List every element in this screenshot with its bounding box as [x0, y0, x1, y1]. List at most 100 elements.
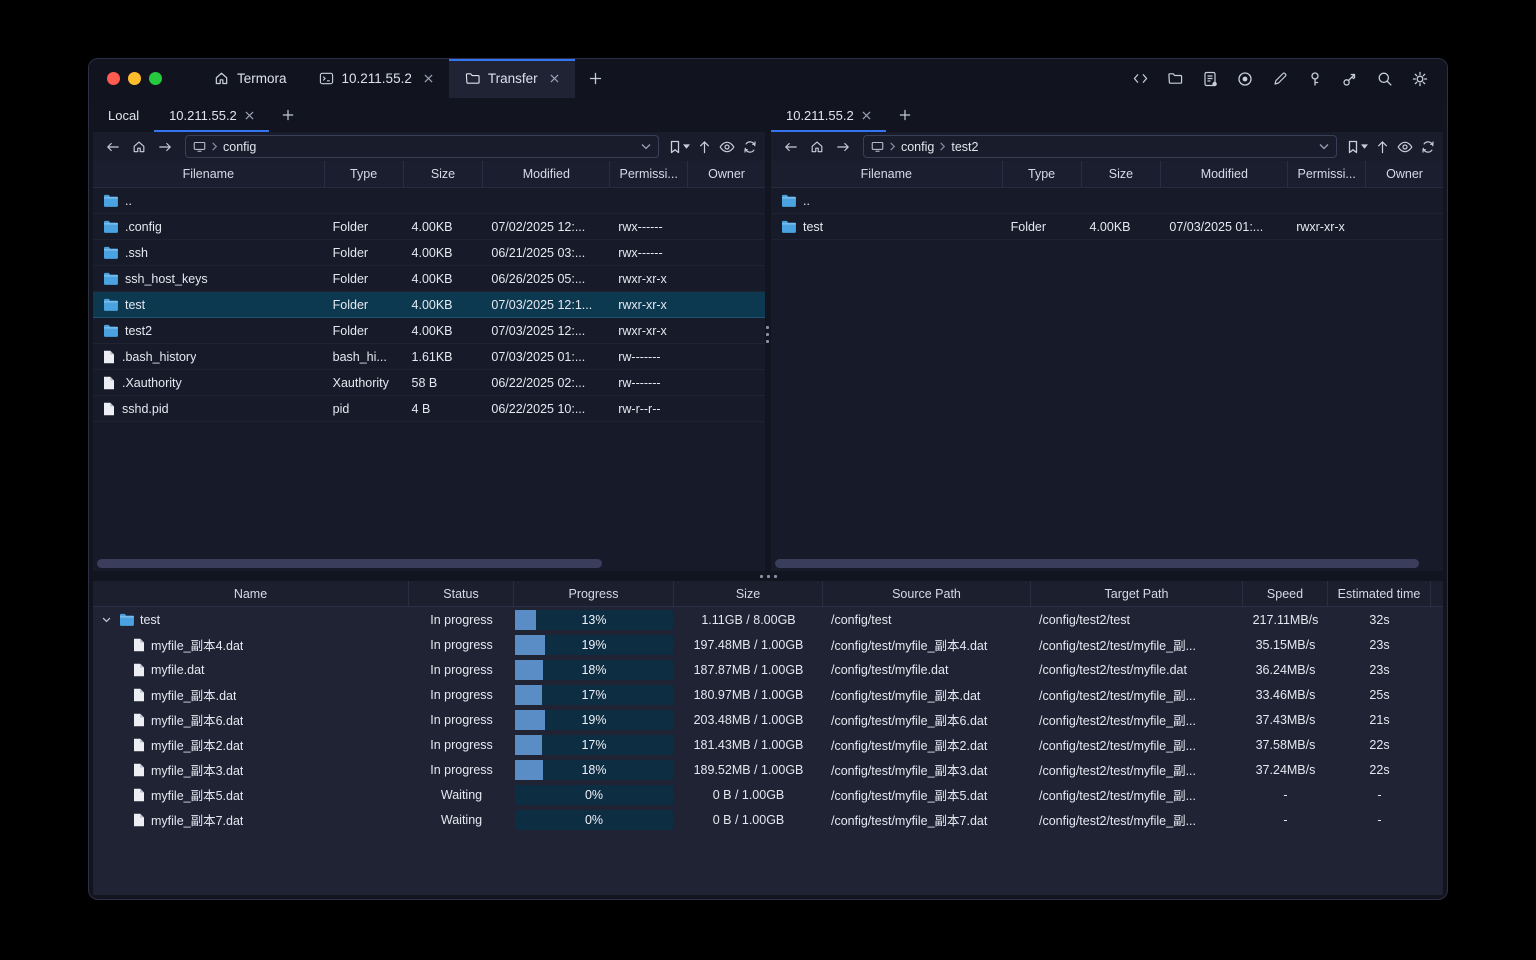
column-header-speed[interactable]: Speed: [1243, 581, 1328, 606]
transfer-row[interactable]: myfile_副本7.dat Waiting 0% 0 B / 1.00GB /…: [93, 807, 1443, 832]
terminal-icon: [319, 72, 333, 85]
transfer-source-path: /config/test/myfile_副本2.dat: [831, 739, 988, 753]
arrow-up-icon: [699, 140, 710, 153]
path-segment[interactable]: config: [901, 140, 934, 154]
back-button[interactable]: [101, 136, 125, 158]
transfer-row[interactable]: myfile.dat In progress 18% 187.87MB / 1.…: [93, 657, 1443, 682]
close-tab-button[interactable]: [424, 74, 433, 83]
column-header-modified[interactable]: Modified: [1161, 161, 1289, 187]
column-header-estimated-time[interactable]: Estimated time: [1328, 581, 1431, 606]
home-button[interactable]: [805, 136, 829, 158]
arrow-up-icon: [1377, 140, 1387, 153]
forward-button[interactable]: [831, 136, 855, 158]
settings-button[interactable]: [1407, 66, 1433, 92]
table-row[interactable]: ..: [770, 188, 1443, 214]
terminal-snippets-button[interactable]: [1127, 66, 1153, 92]
home-icon: [133, 141, 145, 152]
back-button[interactable]: [779, 136, 803, 158]
show-hidden-button[interactable]: [719, 141, 735, 153]
path-input[interactable]: config test2: [862, 135, 1337, 158]
bookmarks-button[interactable]: [669, 140, 690, 154]
sftp-button[interactable]: [1162, 66, 1188, 92]
close-pane-tab-button[interactable]: [862, 110, 871, 120]
right-horizontal-scrollbar: [774, 559, 1439, 568]
minimize-window-button[interactable]: [128, 72, 141, 85]
home-button[interactable]: [127, 136, 151, 158]
caret-down-icon: [1360, 144, 1368, 149]
keychain-button[interactable]: [1337, 66, 1363, 92]
chevron-down-icon[interactable]: [99, 617, 113, 623]
tab-transfer[interactable]: Transfer: [448, 59, 575, 98]
table-row[interactable]: .Xauthority Xauthority 58 B 06/22/2025 0…: [93, 370, 765, 396]
pane-new-tab-button[interactable]: [886, 98, 924, 132]
search-button[interactable]: [1372, 66, 1398, 92]
horizontal-splitter[interactable]: [93, 571, 1443, 581]
new-tab-button[interactable]: [575, 59, 616, 98]
transfer-row[interactable]: myfile_副本4.dat In progress 19% 197.48MB …: [93, 632, 1443, 657]
pane-tab-local[interactable]: Local: [93, 98, 154, 132]
column-header-filename[interactable]: Filename: [771, 161, 1003, 187]
transfer-size: 0 B / 1.00GB: [712, 787, 785, 802]
transfer-row[interactable]: myfile_副本6.dat In progress 19% 203.48MB …: [93, 707, 1443, 732]
column-header-status[interactable]: Status: [409, 581, 514, 606]
close-window-button[interactable]: [107, 72, 120, 85]
upload-button[interactable]: [1376, 140, 1389, 154]
tab-termora[interactable]: Termora: [198, 59, 303, 98]
table-row[interactable]: .bash_history bash_hi... 1.61KB 07/03/20…: [93, 344, 765, 370]
tab-host-session[interactable]: 10.211.55.2: [303, 59, 449, 98]
transfer-row[interactable]: test In progress 13% 1.11GB / 8.00GB /co…: [93, 607, 1443, 632]
table-row[interactable]: ..: [93, 188, 765, 214]
bookmarks-button[interactable]: [1347, 140, 1368, 154]
column-header-owner[interactable]: Owner: [1366, 161, 1443, 187]
column-header-name[interactable]: Name: [93, 581, 409, 606]
pane-new-tab-button[interactable]: [269, 98, 307, 132]
pane-tab-host[interactable]: 10.211.55.2: [771, 98, 886, 132]
column-header-size[interactable]: Size: [674, 581, 823, 606]
column-header-size[interactable]: Size: [404, 161, 484, 187]
table-row[interactable]: test Folder 4.00KB 07/03/2025 12:1... rw…: [93, 292, 765, 318]
forward-button[interactable]: [153, 136, 177, 158]
key-manager-button[interactable]: [1302, 66, 1328, 92]
path-segment[interactable]: config: [223, 140, 256, 154]
table-row[interactable]: .config Folder 4.00KB 07/02/2025 12:... …: [93, 214, 765, 240]
edit-button[interactable]: [1267, 66, 1293, 92]
transfer-row[interactable]: myfile_副本2.dat In progress 17% 181.43MB …: [93, 732, 1443, 757]
scrollbar-thumb[interactable]: [774, 559, 1420, 568]
zoom-window-button[interactable]: [149, 72, 162, 85]
column-header-modified[interactable]: Modified: [483, 161, 611, 187]
upload-button[interactable]: [698, 140, 711, 154]
path-segment[interactable]: test2: [951, 140, 978, 154]
record-button[interactable]: [1232, 66, 1258, 92]
column-header-type[interactable]: Type: [1003, 161, 1082, 187]
close-tab-button[interactable]: [550, 74, 559, 83]
column-header-owner[interactable]: Owner: [688, 161, 765, 187]
column-header-type[interactable]: Type: [325, 161, 404, 187]
table-row[interactable]: ssh_host_keys Folder 4.00KB 06/26/2025 0…: [93, 266, 765, 292]
pane-tab-host[interactable]: 10.211.55.2: [154, 98, 269, 132]
pencil-icon: [1274, 72, 1287, 85]
transfer-row[interactable]: myfile_副本5.dat Waiting 0% 0 B / 1.00GB /…: [93, 782, 1443, 807]
close-pane-tab-button[interactable]: [245, 110, 254, 120]
table-row[interactable]: .ssh Folder 4.00KB 06/21/2025 03:... rwx…: [93, 240, 765, 266]
pane-tab-label: 10.211.55.2: [169, 107, 237, 123]
refresh-button[interactable]: [743, 140, 757, 154]
column-header-target-path[interactable]: Target Path: [1031, 581, 1243, 606]
refresh-button[interactable]: [1421, 140, 1435, 154]
path-dropdown-button[interactable]: [641, 143, 651, 150]
table-row[interactable]: test Folder 4.00KB 07/03/2025 01:... rwx…: [770, 214, 1443, 240]
transfer-row[interactable]: myfile_副本3.dat In progress 18% 189.52MB …: [93, 757, 1443, 782]
table-row[interactable]: test2 Folder 4.00KB 07/03/2025 12:... rw…: [93, 318, 765, 344]
column-header-permissions[interactable]: Permissi...: [1288, 161, 1367, 187]
table-row[interactable]: sshd.pid pid 4 B 06/22/2025 10:... rw-r-…: [93, 396, 765, 422]
column-header-permissions[interactable]: Permissi...: [610, 161, 689, 187]
show-hidden-button[interactable]: [1397, 141, 1413, 153]
transfer-row[interactable]: myfile_副本.dat In progress 17% 180.97MB /…: [93, 682, 1443, 707]
path-dropdown-button[interactable]: [1319, 143, 1329, 150]
column-header-source-path[interactable]: Source Path: [823, 581, 1031, 606]
scrollbar-thumb[interactable]: [97, 559, 602, 568]
column-header-filename[interactable]: Filename: [93, 161, 325, 187]
column-header-size[interactable]: Size: [1082, 161, 1162, 187]
column-header-progress[interactable]: Progress: [514, 581, 674, 606]
log-button[interactable]: [1197, 66, 1223, 92]
path-input[interactable]: config: [185, 135, 659, 158]
